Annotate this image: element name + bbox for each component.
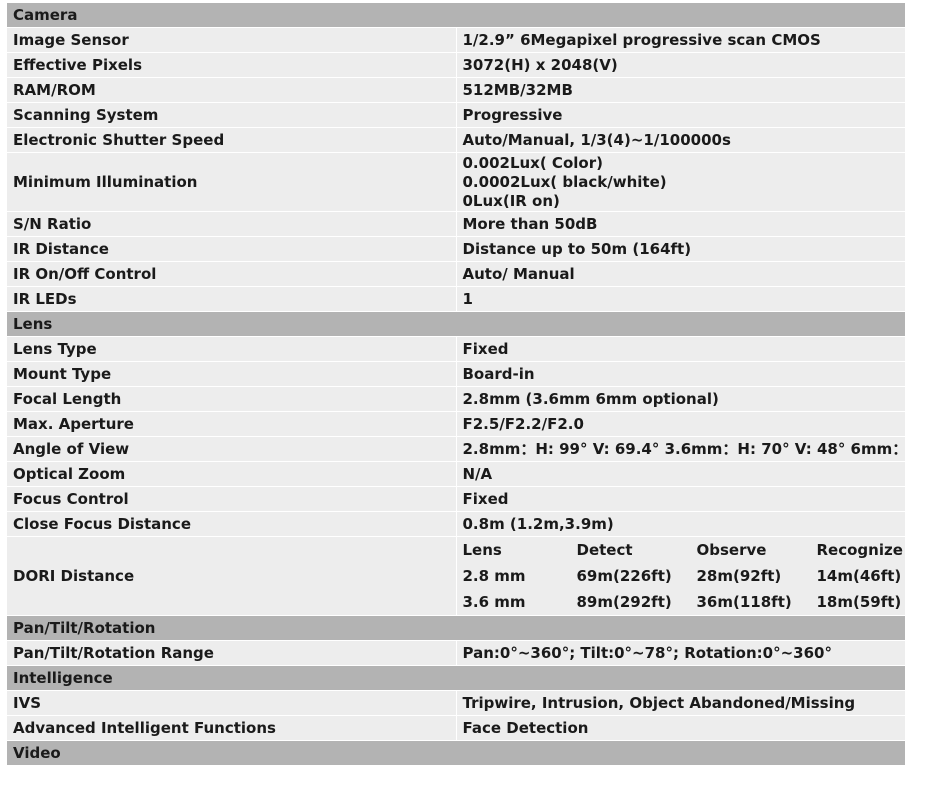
dori-row: 3.6 mm89m(292ft)36m(118ft)18m(59ft)9m(30…	[462, 589, 905, 615]
dori-cell: 18m(59ft)	[816, 589, 905, 615]
dori-cell: 89m(292ft)	[576, 589, 697, 615]
spec-label: Lens Type	[6, 336, 457, 362]
dori-row: 2.8 mm69m(226ft)28m(92ft)14m(46ft)7m(23f…	[462, 563, 905, 589]
spec-row-ir-distance: IR Distance Distance up to 50m (164ft)	[6, 236, 906, 262]
spec-label: Mount Type	[6, 361, 457, 387]
spec-value: Fixed	[455, 336, 906, 362]
spec-table: Camera Image Sensor 1/2.9” 6Megapixel prog…	[6, 2, 906, 766]
spec-value: Fixed	[455, 486, 906, 512]
spec-value: Distance up to 50m (164ft)	[455, 236, 906, 262]
spec-label: IR On/Off Control	[6, 261, 457, 287]
spec-label: Pan/Tilt/Rotation Range	[6, 640, 457, 666]
section-title: Lens	[6, 311, 906, 337]
spec-row-scanning-system: Scanning System Progressive	[6, 102, 906, 128]
spec-label: IVS	[6, 690, 457, 716]
spec-value: F2.5/F2.2/F2.0	[455, 411, 906, 437]
dori-cell: 2.8 mm	[462, 563, 577, 589]
spec-value: 512MB/32MB	[455, 77, 906, 103]
dori-cell: 28m(92ft)	[696, 563, 817, 589]
spec-value: Progressive	[455, 102, 906, 128]
spec-value: 0.8m (1.2m,3.9m)	[455, 511, 906, 537]
spec-row-s-n-ratio: S/N Ratio More than 50dB	[6, 211, 906, 237]
spec-value: Tripwire, Intrusion, Object Abandoned/Mi…	[455, 690, 906, 716]
spec-row-focal-length: Focal Length 2.8mm (3.6mm 6mm optional)	[6, 386, 906, 412]
spec-label: Electronic Shutter Speed	[6, 127, 457, 153]
spec-row-advanced-intelligent-functions: Advanced Intelligent Functions Face Detec…	[6, 715, 906, 741]
spec-value-line: 0.0002Lux( black/white)	[462, 172, 667, 191]
spec-label: Max. Aperture	[6, 411, 457, 437]
spec-row-ir-leds: IR LEDs 1	[6, 286, 906, 312]
spec-row-lens-type: Lens Type Fixed	[6, 336, 906, 362]
section-header-intelligence: Intelligence	[6, 665, 906, 691]
spec-label: Close Focus Distance	[6, 511, 457, 537]
spec-label: Focal Length	[6, 386, 457, 412]
section-title: Camera	[6, 2, 906, 28]
section-title: Video	[6, 740, 906, 766]
spec-label: Image Sensor	[6, 27, 457, 53]
spec-value-line: 0Lux(IR on)	[462, 191, 560, 210]
spec-row-ivs: IVS Tripwire, Intrusion, Object Abandoned…	[6, 690, 906, 716]
spec-value: 3072(H) x 2048(V)	[455, 52, 906, 78]
section-header-pan-tilt-rotation: Pan/Tilt/Rotation	[6, 615, 906, 641]
dori-header-row: LensDetectObserveRecognizeIdentify	[462, 537, 905, 563]
spec-label: Optical Zoom	[6, 461, 457, 487]
section-header-lens: Lens	[6, 311, 906, 337]
spec-label: Effective Pixels	[6, 52, 457, 78]
dori-cell: 69m(226ft)	[576, 563, 697, 589]
spec-row-mount-type: Mount Type Board-in	[6, 361, 906, 387]
spec-row-optical-zoom: Optical Zoom N/A	[6, 461, 906, 487]
spec-label: S/N Ratio	[6, 211, 457, 237]
spec-row-max-aperture: Max. Aperture F2.5/F2.2/F2.0	[6, 411, 906, 437]
spec-value: More than 50dB	[455, 211, 906, 237]
dori-cell: 3.6 mm	[462, 589, 577, 615]
dori-cell: 36m(118ft)	[696, 589, 817, 615]
spec-value: Face Detection	[455, 715, 906, 741]
spec-label: Minimum Illumination	[6, 152, 457, 212]
spec-value: Board-in	[455, 361, 906, 387]
dori-header-cell: Detect	[576, 537, 697, 563]
spec-value: N/A	[455, 461, 906, 487]
spec-value-line: 0.002Lux( Color)	[462, 153, 603, 172]
spec-value: Pan:0°~360°; Tilt:0°~78°; Rotation:0°~36…	[455, 640, 906, 666]
spec-value: Auto/ Manual	[455, 261, 906, 287]
spec-label: Angle of View	[6, 436, 457, 462]
spec-row-focus-control: Focus Control Fixed	[6, 486, 906, 512]
spec-label: IR Distance	[6, 236, 457, 262]
spec-row-pan-tilt-rotation-range: Pan/Tilt/Rotation Range Pan:0°~360°; Tilt…	[6, 640, 906, 666]
spec-label: IR LEDs	[6, 286, 457, 312]
section-title: Pan/Tilt/Rotation	[6, 615, 906, 641]
dori-header-cell: Recognize	[816, 537, 905, 563]
spec-value: 1/2.9” 6Megapixel progressive scan CMOS	[455, 27, 906, 53]
spec-row-dori-distance: DORI DistanceLensDetectObserveRecognizeI…	[6, 536, 906, 616]
dori-cell: 14m(46ft)	[816, 563, 905, 589]
section-header-camera: Camera	[6, 2, 906, 28]
dori-table-cell: LensDetectObserveRecognizeIdentify2.8 mm…	[455, 536, 906, 616]
section-header-video: Video	[6, 740, 906, 766]
spec-row-image-sensor: Image Sensor 1/2.9” 6Megapixel progressiv…	[6, 27, 906, 53]
spec-label: RAM/ROM	[6, 77, 457, 103]
spec-value: 0.002Lux( Color) 0.0002Lux( black/white) 0…	[455, 152, 906, 212]
dori-header-cell: Lens	[462, 537, 577, 563]
spec-row-close-focus-distance: Close Focus Distance 0.8m (1.2m,3.9m)	[6, 511, 906, 537]
dori-table: LensDetectObserveRecognizeIdentify2.8 mm…	[462, 537, 905, 615]
spec-label: DORI Distance	[6, 536, 457, 616]
section-title: Intelligence	[6, 665, 906, 691]
spec-value: Auto/Manual, 1/3(4)~1/100000s	[455, 127, 906, 153]
spec-row-ir-on-off-control: IR On/Off Control Auto/ Manual	[6, 261, 906, 287]
dori-header-cell: Observe	[696, 537, 817, 563]
spec-row-angle-of-view: Angle of View 2.8mm：H: 99° V: 69.4° 3.6mm…	[6, 436, 906, 462]
spec-label: Scanning System	[6, 102, 457, 128]
spec-value: 1	[455, 286, 906, 312]
spec-value: 2.8mm (3.6mm 6mm optional)	[455, 386, 906, 412]
spec-row-effective-pixels: Effective Pixels 3072(H) x 2048(V)	[6, 52, 906, 78]
spec-value: 2.8mm：H: 99° V: 69.4° 3.6mm：H: 70° V: 48…	[455, 436, 906, 462]
spec-row-minimum-illumination: Minimum Illumination 0.002Lux( Color) 0.00…	[6, 152, 906, 212]
spec-label: Advanced Intelligent Functions	[6, 715, 457, 741]
spec-label: Focus Control	[6, 486, 457, 512]
spec-row-ram-rom: RAM/ROM 512MB/32MB	[6, 77, 906, 103]
spec-row-electronic-shutter-speed: Electronic Shutter Speed Auto/Manual, 1/3…	[6, 127, 906, 153]
